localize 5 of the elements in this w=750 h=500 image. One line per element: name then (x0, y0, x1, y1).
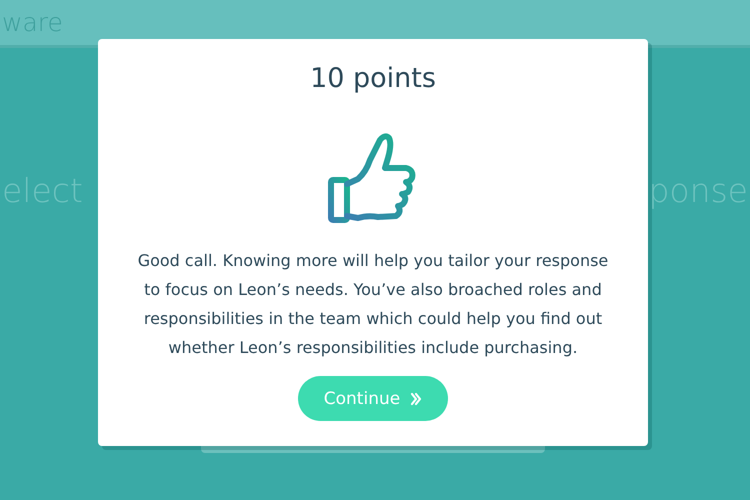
dialog-title: 10 points (310, 63, 436, 94)
chevron-icon (410, 392, 422, 406)
continue-button[interactable]: Continue (298, 376, 448, 421)
thumbs-up-icon (328, 132, 418, 224)
feedback-message: Good call. Knowing more will help you tailor your response to focus on Leon’s needs. You’ve also broached roles and responsibilities in the team which could help you find out whether Leon’s responsibilities include purchasing. (136, 250, 610, 359)
